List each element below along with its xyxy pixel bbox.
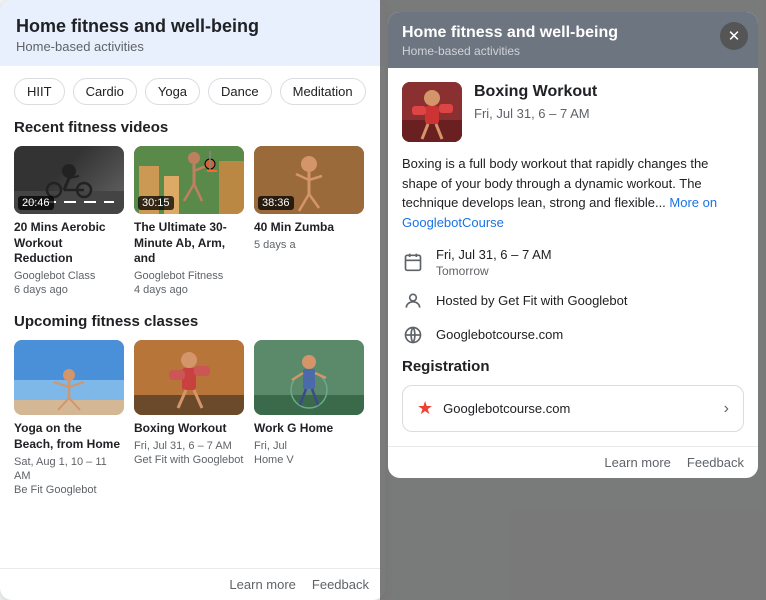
left-header-title: Home fitness and well-being: [16, 16, 369, 37]
video-title-2: The Ultimate 30-Minute Ab, Arm, and: [134, 220, 244, 267]
modal-overlay: Home fitness and well-being Home-based a…: [380, 0, 766, 600]
class-title-2: Boxing Workout: [134, 421, 244, 437]
class-meta-2: Fri, Jul 31, 6 – 7 AM Get Fit with Googl…: [134, 439, 244, 468]
video-card-3[interactable]: 38:36 40 Min Zumba 5 days a: [254, 146, 364, 297]
left-panel: Home fitness and well-being Home-based a…: [0, 0, 385, 600]
video-thumb-1: 20:46: [14, 146, 124, 214]
left-header-subtitle: Home-based activities: [16, 39, 369, 54]
person-icon: [402, 290, 424, 312]
left-content: HIIT Cardio Yoga Dance Meditation Cyclin…: [0, 66, 385, 568]
feedback-link[interactable]: Feedback: [312, 577, 369, 592]
hosted-by-text: Hosted by Get Fit with Googlebot: [436, 292, 627, 310]
video-thumb-3: 38:36: [254, 146, 364, 214]
video-meta-1: Googlebot Class 6 days ago: [14, 269, 124, 298]
left-footer: Learn more Feedback: [0, 568, 385, 600]
reg-left: ★ Googlebotcourse.com: [417, 398, 570, 419]
calendar-info-row: Fri, Jul 31, 6 – 7 AM Tomorrow: [402, 246, 744, 278]
hosted-by-row: Hosted by Get Fit with Googlebot: [402, 290, 744, 312]
modal-footer: Learn more Feedback: [388, 446, 758, 478]
chip-dance[interactable]: Dance: [208, 78, 272, 105]
recent-videos-title: Recent fitness videos: [14, 119, 371, 136]
class-title-1: Yoga on the Beach, from Home: [14, 421, 124, 452]
left-header: Home fitness and well-being Home-based a…: [0, 0, 385, 66]
upcoming-classes-title: Upcoming fitness classes: [14, 313, 371, 330]
video-row: 20:46 20 Mins Aerobic Workout Reduction …: [14, 146, 371, 297]
calendar-date-text: Fri, Jul 31, 6 – 7 AM: [436, 246, 552, 264]
calendar-subtext: Tomorrow: [436, 264, 552, 278]
video-meta-3: 5 days a: [254, 238, 364, 252]
class-title-3: Work G Home: [254, 421, 364, 437]
modal-card: Home fitness and well-being Home-based a…: [388, 12, 758, 478]
class-card-1[interactable]: Yoga on the Beach, from Home Sat, Aug 1,…: [14, 340, 124, 497]
video-duration-3: 38:36: [258, 196, 294, 210]
video-card-1[interactable]: 20:46 20 Mins Aerobic Workout Reduction …: [14, 146, 124, 297]
globe-icon: [402, 324, 424, 346]
class-meta-1: Sat, Aug 1, 10 – 11 AM Be Fit Googlebot: [14, 455, 124, 498]
video-card-2[interactable]: 30:15 The Ultimate 30-Minute Ab, Arm, an…: [134, 146, 244, 297]
modal-header-bar: Home fitness and well-being Home-based a…: [388, 12, 758, 68]
chip-yoga[interactable]: Yoga: [145, 78, 200, 105]
chip-hiit[interactable]: HIIT: [14, 78, 65, 105]
modal-learn-more-link[interactable]: Learn more: [604, 455, 670, 470]
calendar-icon: [402, 251, 424, 273]
registration-card[interactable]: ★ Googlebotcourse.com ›: [402, 385, 744, 432]
class-thumb-3: [254, 340, 364, 415]
chip-meditation[interactable]: Meditation: [280, 78, 366, 105]
chips-row: HIIT Cardio Yoga Dance Meditation Cyclin…: [14, 78, 371, 105]
star-icon: ★: [417, 398, 433, 419]
chevron-right-icon: ›: [724, 400, 729, 418]
learn-more-link[interactable]: Learn more: [229, 577, 295, 592]
chip-cardio[interactable]: Cardio: [73, 78, 137, 105]
video-title-3: 40 Min Zumba: [254, 220, 364, 236]
class-thumb-2: [134, 340, 244, 415]
video-thumb-2: 30:15: [134, 146, 244, 214]
video-title-1: 20 Mins Aerobic Workout Reduction: [14, 220, 124, 267]
website-row: Googlebotcourse.com: [402, 324, 744, 346]
modal-feedback-link[interactable]: Feedback: [687, 455, 744, 470]
calendar-text: Fri, Jul 31, 6 – 7 AM Tomorrow: [436, 246, 552, 278]
modal-header-subtitle: Home-based activities: [402, 44, 744, 58]
event-thumbnail: [402, 82, 462, 142]
event-info: Boxing Workout Fri, Jul 31, 6 – 7 AM: [474, 82, 597, 121]
class-card-3[interactable]: Work G Home Fri, Jul Home V: [254, 340, 364, 497]
class-card-2[interactable]: Boxing Workout Fri, Jul 31, 6 – 7 AM Get…: [134, 340, 244, 497]
video-duration-2: 30:15: [138, 196, 174, 210]
video-duration-1: 20:46: [18, 196, 54, 210]
modal-header-title: Home fitness and well-being: [402, 24, 744, 42]
class-row: Yoga on the Beach, from Home Sat, Aug 1,…: [14, 340, 371, 497]
website-text: Googlebotcourse.com: [436, 326, 563, 344]
event-header: Boxing Workout Fri, Jul 31, 6 – 7 AM: [402, 82, 744, 142]
event-title: Boxing Workout: [474, 82, 597, 103]
modal-close-button[interactable]: ✕: [720, 22, 748, 50]
reg-url: Googlebotcourse.com: [443, 401, 570, 416]
event-date: Fri, Jul 31, 6 – 7 AM: [474, 106, 597, 121]
class-meta-3: Fri, Jul Home V: [254, 439, 364, 468]
video-meta-2: Googlebot Fitness 4 days ago: [134, 269, 244, 298]
modal-body: Boxing Workout Fri, Jul 31, 6 – 7 AM Box…: [388, 68, 758, 446]
registration-title: Registration: [402, 358, 744, 375]
event-description: Boxing is a full body workout that rapid…: [402, 154, 744, 232]
class-thumb-1: [14, 340, 124, 415]
